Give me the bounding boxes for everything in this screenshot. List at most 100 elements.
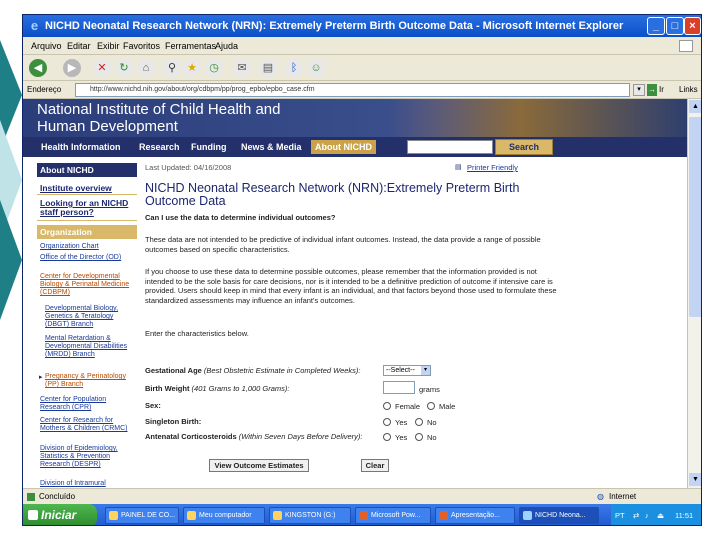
task-kingston[interactable]: KINGSTON (G:) (269, 507, 351, 524)
sidebar-item-org-chart[interactable]: Organization Chart (40, 243, 135, 251)
sidebar-item-crmc[interactable]: Center for Research for Mothers & Childr… (40, 417, 135, 433)
links-label[interactable]: Links (679, 81, 698, 99)
sidebar-item-od[interactable]: Office of the Director (OD) (40, 254, 135, 262)
refresh-icon[interactable]: ↻ (115, 59, 133, 77)
chevron-down-icon[interactable]: ▾ (421, 366, 430, 375)
task-meu-computador[interactable]: Meu computador (183, 507, 265, 524)
windows-logo-icon (28, 510, 38, 520)
menu-editar[interactable]: Editar (67, 37, 91, 55)
vertical-scrollbar[interactable]: ▲ ▼ (687, 99, 701, 488)
address-input[interactable]: http://www.nichd.nih.gov/about/org/cdbpm… (75, 83, 630, 97)
go-arrow-icon[interactable]: → (647, 84, 657, 96)
nav-news-media[interactable]: News & Media (237, 140, 306, 154)
page-title: NICHD Neonatal Research Network (NRN):Ex… (145, 181, 520, 208)
sidebar-looking-for[interactable]: Looking for an NICHD staff person? (37, 199, 137, 221)
sex-female-radio[interactable] (383, 402, 391, 410)
task-nichd[interactable]: NICHD Neona... (519, 507, 599, 524)
nav-health-information[interactable]: Health Information (37, 140, 125, 154)
sidebar-item-mrdd[interactable]: Mental Retardation & Developmental Disab… (45, 335, 135, 359)
nav-about-nichd[interactable]: About NICHD (311, 140, 376, 154)
address-dropdown-icon[interactable]: ▾ (633, 84, 645, 96)
print-icon[interactable]: ▤ (259, 59, 277, 77)
menu-favoritos[interactable]: Favoritos (123, 37, 160, 55)
task-painel[interactable]: PAINEL DE CO... (105, 507, 179, 524)
menu-exibir[interactable]: Exibir (97, 37, 120, 55)
close-button[interactable]: × (684, 17, 701, 35)
sidebar-item-cdbpm[interactable]: Center for Developmental Biology & Perin… (40, 273, 135, 297)
internet-zone-icon: ◍ (597, 492, 604, 501)
zone-label: Internet (609, 492, 637, 501)
menu-ferramentas[interactable]: Ferramentas (165, 37, 216, 55)
sidebar-institute-overview[interactable]: Institute overview (37, 181, 137, 195)
scroll-up-icon[interactable]: ▲ (689, 100, 701, 113)
start-button[interactable]: Iniciar (23, 504, 97, 525)
sex-male-radio[interactable] (427, 402, 435, 410)
singleton-no-label[interactable]: No (427, 418, 437, 427)
stop-icon[interactable]: ✕ (93, 59, 111, 77)
system-tray: PT ⇄ ♪ ⏏ 11:51 (611, 504, 701, 525)
site-search-input[interactable] (407, 140, 493, 154)
scroll-thumb[interactable] (689, 117, 701, 317)
sidebar-item-dbgt[interactable]: Developmental Biology, Genetics & Terato… (45, 305, 135, 329)
sidebar-about[interactable]: About NICHD (37, 163, 137, 177)
address-bar: Endereço http://www.nichd.nih.gov/about/… (23, 81, 701, 99)
folder-icon (109, 511, 118, 520)
sidebar-organization[interactable]: Organization (37, 225, 137, 239)
task-powerpoint-1[interactable]: Microsoft Pow... (355, 507, 431, 524)
internet-explorer-icon (523, 511, 532, 520)
scroll-down-icon[interactable]: ▼ (689, 473, 701, 486)
singleton-yes-label[interactable]: Yes (395, 418, 407, 427)
view-outcome-button[interactable]: View Outcome Estimates (209, 459, 309, 472)
singleton-no-radio[interactable] (415, 418, 423, 426)
antenatal-yes-label[interactable]: Yes (395, 433, 407, 442)
window-title: NICHD Neonatal Research Network (NRN): E… (45, 20, 624, 32)
sidebar-item-despr[interactable]: Division of Epidemiology, Statistics & P… (40, 445, 135, 469)
nav-research[interactable]: Research (135, 140, 184, 154)
mail-icon[interactable]: ✉ (233, 59, 251, 77)
sidebar-item-cpr[interactable]: Center for Population Research (CPR) (40, 396, 135, 412)
search-button[interactable]: Search (495, 139, 553, 155)
sex-female-label[interactable]: Female (395, 402, 420, 411)
forward-icon[interactable]: ▶ (63, 59, 81, 77)
clock: 11:51 (675, 511, 694, 520)
clear-button[interactable]: Clear (361, 459, 389, 472)
back-icon[interactable]: ◀ (29, 59, 47, 77)
birth-weight-label: Birth Weight (401 Grams to 1,000 Grams): (145, 384, 290, 393)
printer-friendly-link[interactable]: Printer Friendly (467, 163, 547, 173)
history-icon[interactable]: ◷ (205, 59, 223, 77)
singleton-birth-label: Singleton Birth: (145, 417, 202, 426)
tray-volume-icon[interactable]: ♪ (645, 504, 649, 525)
gestational-age-select[interactable]: --Select-- ▾ (383, 365, 431, 376)
nav-funding[interactable]: Funding (187, 140, 231, 154)
home-icon[interactable]: ⌂ (137, 59, 155, 77)
maximize-button[interactable]: □ (666, 17, 684, 35)
sidebar-item-intramural[interactable]: Division of Intramural (40, 480, 135, 488)
tray-safe-remove-icon[interactable]: ⏏ (657, 504, 664, 525)
address-label: Endereço (27, 85, 62, 94)
taskbar: Iniciar PAINEL DE CO... Meu computador K… (23, 504, 701, 525)
go-label[interactable]: Ir (659, 81, 664, 99)
antenatal-no-radio[interactable] (415, 433, 423, 441)
menu-bar: Arquivo Editar Exibir Favoritos Ferramen… (23, 37, 701, 55)
menu-ajuda[interactable]: Ajuda (215, 37, 238, 55)
printer-icon[interactable]: ▤ (455, 163, 462, 171)
language-indicator[interactable]: PT (615, 504, 625, 525)
address-url: http://www.nichd.nih.gov/about/org/cdbpm… (90, 86, 315, 93)
antenatal-label: Antenatal Corticosteroids (Within Seven … (145, 432, 363, 441)
search-icon[interactable]: ⚲ (163, 59, 181, 77)
title-bar[interactable]: e NICHD Neonatal Research Network (NRN):… (23, 15, 701, 37)
banner-title[interactable]: National Institute of Child Health and H… (37, 101, 297, 135)
antenatal-no-label[interactable]: No (427, 433, 437, 442)
minimize-button[interactable]: _ (647, 17, 665, 35)
bluetooth-icon[interactable]: ᛒ (285, 59, 303, 77)
sidebar-item-pp[interactable]: Pregnancy & Perinatology (PP) Branch (45, 373, 135, 389)
messenger-icon[interactable]: ☺ (307, 59, 325, 77)
task-powerpoint-2[interactable]: Apresentação... (435, 507, 515, 524)
favorites-icon[interactable]: ★ (183, 59, 201, 77)
antenatal-yes-radio[interactable] (383, 433, 391, 441)
birth-weight-input[interactable] (383, 381, 415, 394)
sex-male-label[interactable]: Male (439, 402, 455, 411)
menu-arquivo[interactable]: Arquivo (31, 37, 62, 55)
singleton-yes-radio[interactable] (383, 418, 391, 426)
tray-network-icon[interactable]: ⇄ (633, 504, 639, 525)
